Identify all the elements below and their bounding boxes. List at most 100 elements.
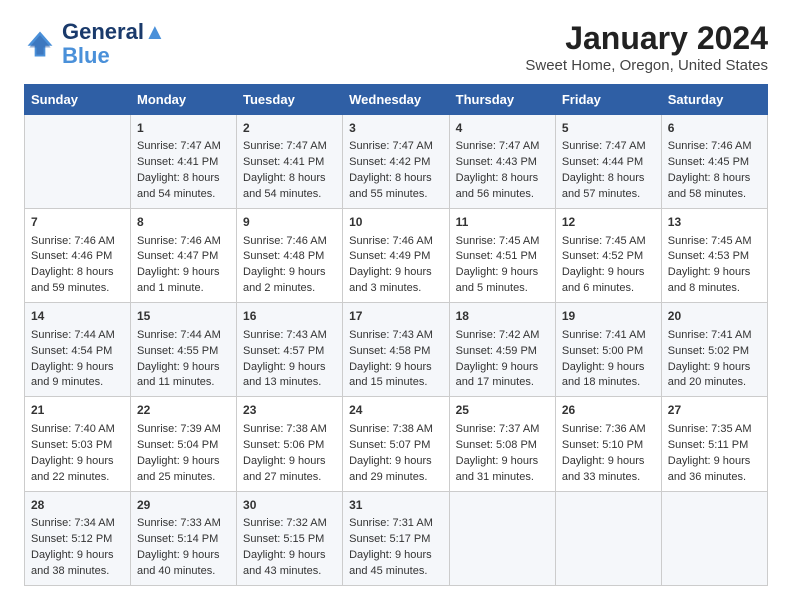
day-number: 2 <box>243 120 336 137</box>
cell-content: Sunrise: 7:47 AMSunset: 4:41 PMDaylight:… <box>243 139 336 203</box>
calendar-cell <box>555 491 661 585</box>
weekday-header: Saturday <box>661 85 767 115</box>
day-number: 10 <box>349 214 443 231</box>
cell-content: Sunrise: 7:46 AMSunset: 4:45 PMDaylight:… <box>668 139 761 203</box>
subtitle: Sweet Home, Oregon, United States <box>525 57 768 74</box>
calendar-cell: 29 Sunrise: 7:33 AMSunset: 5:14 PMDayligh… <box>130 491 236 585</box>
calendar-cell: 8 Sunrise: 7:46 AMSunset: 4:47 PMDaylight… <box>130 209 236 303</box>
cell-content: Sunrise: 7:46 AMSunset: 4:49 PMDaylight:… <box>349 234 443 298</box>
cell-content: Sunrise: 7:46 AMSunset: 4:48 PMDaylight:… <box>243 234 336 298</box>
calendar-cell: 1 Sunrise: 7:47 AMSunset: 4:41 PMDaylight… <box>130 115 236 209</box>
cell-content: Sunrise: 7:42 AMSunset: 4:59 PMDaylight:… <box>456 328 549 392</box>
cell-content: Sunrise: 7:36 AMSunset: 5:10 PMDaylight:… <box>562 422 655 486</box>
calendar-cell: 23 Sunrise: 7:38 AMSunset: 5:06 PMDayligh… <box>237 397 343 491</box>
day-number: 8 <box>137 214 230 231</box>
calendar-cell: 24 Sunrise: 7:38 AMSunset: 5:07 PMDayligh… <box>343 397 450 491</box>
main-title: January 2024 <box>525 20 768 57</box>
cell-content: Sunrise: 7:38 AMSunset: 5:06 PMDaylight:… <box>243 422 336 486</box>
day-number: 21 <box>31 402 124 419</box>
calendar-cell: 7Sunrise: 7:46 AMSunset: 4:46 PMDaylight… <box>25 209 131 303</box>
cell-content: Sunrise: 7:33 AMSunset: 5:14 PMDaylight:… <box>137 516 230 580</box>
cell-content: Sunrise: 7:44 AMSunset: 4:55 PMDaylight:… <box>137 328 230 392</box>
cell-content: Sunrise: 7:45 AMSunset: 4:53 PMDaylight:… <box>668 234 761 298</box>
calendar-cell: 10 Sunrise: 7:46 AMSunset: 4:49 PMDayligh… <box>343 209 450 303</box>
day-number: 20 <box>668 308 761 325</box>
calendar-cell: 16 Sunrise: 7:43 AMSunset: 4:57 PMDayligh… <box>237 303 343 397</box>
cell-content: Sunrise: 7:38 AMSunset: 5:07 PMDaylight:… <box>349 422 443 486</box>
weekday-header: Sunday <box>25 85 131 115</box>
cell-content: Sunrise: 7:32 AMSunset: 5:15 PMDaylight:… <box>243 516 336 580</box>
calendar-cell: 17Sunrise: 7:43 AMSunset: 4:58 PMDayligh… <box>343 303 450 397</box>
cell-content: Sunrise: 7:41 AMSunset: 5:02 PMDaylight:… <box>668 328 761 392</box>
day-number: 19 <box>562 308 655 325</box>
cell-content: Sunrise: 7:45 AMSunset: 4:52 PMDaylight:… <box>562 234 655 298</box>
weekday-header: Thursday <box>449 85 555 115</box>
day-number: 4 <box>456 120 549 137</box>
day-number: 17 <box>349 308 443 325</box>
day-number: 14 <box>31 308 124 325</box>
calendar-week-row: 7Sunrise: 7:46 AMSunset: 4:46 PMDaylight… <box>25 209 768 303</box>
cell-content: Sunrise: 7:45 AMSunset: 4:51 PMDaylight:… <box>456 234 549 298</box>
day-number: 22 <box>137 402 230 419</box>
cell-content: Sunrise: 7:39 AMSunset: 5:04 PMDaylight:… <box>137 422 230 486</box>
weekday-header: Monday <box>130 85 236 115</box>
day-number: 28 <box>31 497 124 514</box>
cell-content: Sunrise: 7:34 AMSunset: 5:12 PMDaylight:… <box>31 516 124 580</box>
calendar-cell: 9 Sunrise: 7:46 AMSunset: 4:48 PMDaylight… <box>237 209 343 303</box>
day-number: 11 <box>456 214 549 231</box>
cell-content: Sunrise: 7:37 AMSunset: 5:08 PMDaylight:… <box>456 422 549 486</box>
page-header: General▲ Blue January 2024 Sweet Home, O… <box>24 20 768 74</box>
cell-content: Sunrise: 7:43 AMSunset: 4:57 PMDaylight:… <box>243 328 336 392</box>
cell-content: Sunrise: 7:31 AMSunset: 5:17 PMDaylight:… <box>349 516 443 580</box>
calendar-cell: 31 Sunrise: 7:31 AMSunset: 5:17 PMDayligh… <box>343 491 450 585</box>
calendar-cell: 11 Sunrise: 7:45 AMSunset: 4:51 PMDayligh… <box>449 209 555 303</box>
day-number: 16 <box>243 308 336 325</box>
calendar-cell: 15 Sunrise: 7:44 AMSunset: 4:55 PMDayligh… <box>130 303 236 397</box>
calendar-week-row: 14 Sunrise: 7:44 AMSunset: 4:54 PMDayligh… <box>25 303 768 397</box>
day-number: 18 <box>456 308 549 325</box>
cell-content: Sunrise: 7:47 AMSunset: 4:41 PMDaylight:… <box>137 139 230 203</box>
calendar-week-row: 21 Sunrise: 7:40 AMSunset: 5:03 PMDayligh… <box>25 397 768 491</box>
calendar-cell <box>25 115 131 209</box>
calendar-cell: 30Sunrise: 7:32 AMSunset: 5:15 PMDayligh… <box>237 491 343 585</box>
calendar-cell: 21 Sunrise: 7:40 AMSunset: 5:03 PMDayligh… <box>25 397 131 491</box>
cell-content: Sunrise: 7:46 AMSunset: 4:47 PMDaylight:… <box>137 234 230 298</box>
logo-text: General▲ Blue <box>62 20 166 68</box>
calendar-cell: 26 Sunrise: 7:36 AMSunset: 5:10 PMDayligh… <box>555 397 661 491</box>
cell-content: Sunrise: 7:44 AMSunset: 4:54 PMDaylight:… <box>31 328 124 392</box>
cell-content: Sunrise: 7:47 AMSunset: 4:42 PMDaylight:… <box>349 139 443 203</box>
calendar-cell: 18 Sunrise: 7:42 AMSunset: 4:59 PMDayligh… <box>449 303 555 397</box>
weekday-header: Friday <box>555 85 661 115</box>
cell-content: Sunrise: 7:47 AMSunset: 4:44 PMDaylight:… <box>562 139 655 203</box>
day-number: 12 <box>562 214 655 231</box>
day-number: 23 <box>243 402 336 419</box>
day-number: 31 <box>349 497 443 514</box>
day-number: 13 <box>668 214 761 231</box>
day-number: 6 <box>668 120 761 137</box>
calendar-week-row: 28 Sunrise: 7:34 AMSunset: 5:12 PMDayligh… <box>25 491 768 585</box>
weekday-header: Wednesday <box>343 85 450 115</box>
calendar-cell <box>661 491 767 585</box>
calendar-cell: 28 Sunrise: 7:34 AMSunset: 5:12 PMDayligh… <box>25 491 131 585</box>
calendar-cell: 3 Sunrise: 7:47 AMSunset: 4:42 PMDaylight… <box>343 115 450 209</box>
day-number: 29 <box>137 497 230 514</box>
day-number: 26 <box>562 402 655 419</box>
cell-content: Sunrise: 7:46 AMSunset: 4:46 PMDaylight:… <box>31 234 124 298</box>
calendar-table: SundayMondayTuesdayWednesdayThursdayFrid… <box>24 84 768 586</box>
calendar-cell: 20 Sunrise: 7:41 AMSunset: 5:02 PMDayligh… <box>661 303 767 397</box>
calendar-cell: 5Sunrise: 7:47 AMSunset: 4:44 PMDaylight… <box>555 115 661 209</box>
calendar-cell <box>449 491 555 585</box>
calendar-cell: 6 Sunrise: 7:46 AMSunset: 4:45 PMDaylight… <box>661 115 767 209</box>
weekday-header: Tuesday <box>237 85 343 115</box>
calendar-cell: 4 Sunrise: 7:47 AMSunset: 4:43 PMDaylight… <box>449 115 555 209</box>
cell-content: Sunrise: 7:47 AMSunset: 4:43 PMDaylight:… <box>456 139 549 203</box>
cell-content: Sunrise: 7:40 AMSunset: 5:03 PMDaylight:… <box>31 422 124 486</box>
day-number: 1 <box>137 120 230 137</box>
day-number: 3 <box>349 120 443 137</box>
cell-content: Sunrise: 7:41 AMSunset: 5:00 PMDaylight:… <box>562 328 655 392</box>
calendar-cell: 12 Sunrise: 7:45 AMSunset: 4:52 PMDayligh… <box>555 209 661 303</box>
day-number: 9 <box>243 214 336 231</box>
day-number: 24 <box>349 402 443 419</box>
calendar-cell: 13 Sunrise: 7:45 AMSunset: 4:53 PMDayligh… <box>661 209 767 303</box>
day-number: 15 <box>137 308 230 325</box>
